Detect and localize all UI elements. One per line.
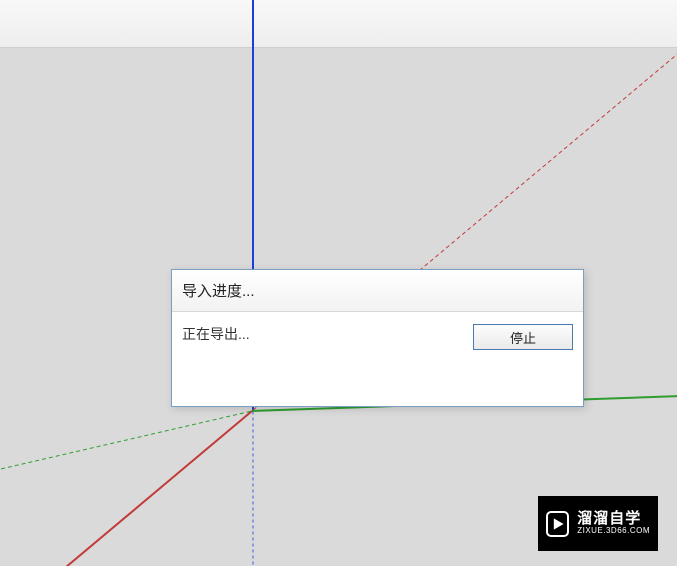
watermark-url: ZIXUE.3D66.COM	[577, 527, 650, 536]
watermark-brand: 溜溜自学	[577, 511, 650, 528]
dialog-body: 正在导出... 停止	[172, 312, 583, 362]
watermark-badge: 溜溜自学 ZIXUE.3D66.COM	[538, 496, 658, 551]
modeling-viewport: 导入进度... 正在导出... 停止 溜溜自学 ZIXUE.3D66.COM	[0, 0, 677, 566]
dialog-status-text: 正在导出...	[182, 324, 250, 344]
axis-blue-negative	[252, 410, 254, 566]
dialog-titlebar[interactable]: 导入进度...	[172, 270, 583, 312]
toolbar-area	[0, 0, 677, 48]
import-progress-dialog: 导入进度... 正在导出... 停止	[171, 269, 584, 407]
stop-button[interactable]: 停止	[473, 324, 573, 350]
play-icon	[546, 511, 569, 537]
axis-green-negative	[0, 410, 252, 491]
dialog-title: 导入进度...	[182, 280, 255, 301]
axis-red-positive	[0, 410, 253, 566]
